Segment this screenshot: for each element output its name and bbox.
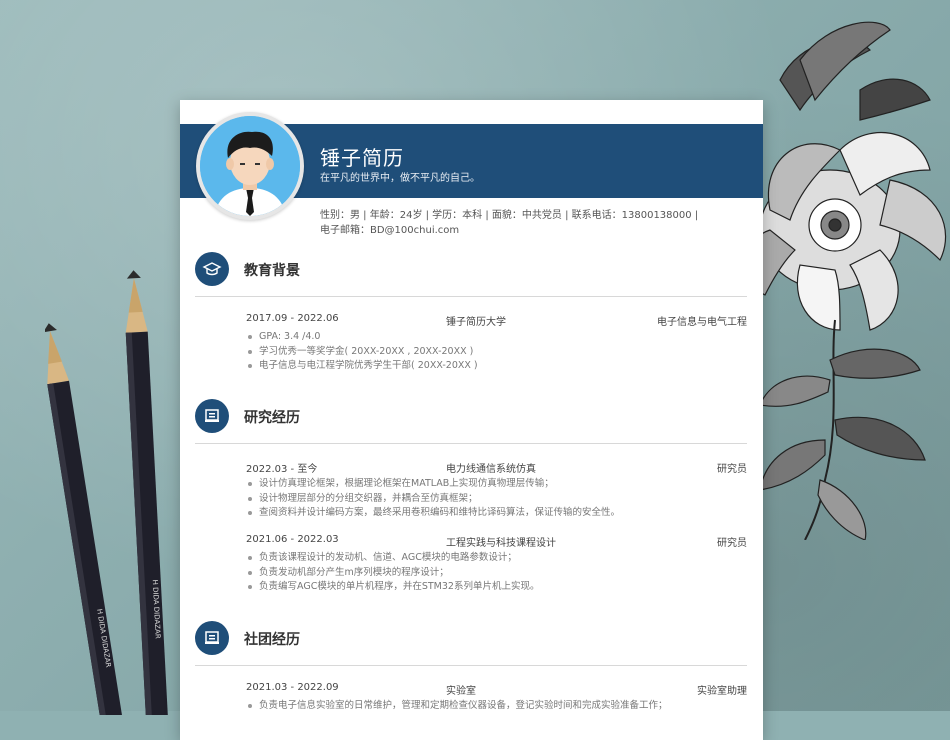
entry-role: 电子信息与电气工程 — [657, 317, 747, 328]
personal-info-line1: 性别：男 | 年龄：24岁 | 学历：本科 | 面貌：中共党员 | 联系电话：1… — [320, 210, 699, 221]
pencil-right: H DIDA DIDAZAR — [125, 270, 169, 715]
section-divider — [195, 665, 747, 666]
list-item: 负责发动机部分产生m序列模块的程序设计； — [246, 566, 747, 581]
education-entry-row: 2017.09 - 2022.06 锤子简历大学 电子信息与电气工程 — [246, 313, 747, 328]
list-item: 设计物理层部分的分组交织器，并耦合至仿真框架； — [246, 492, 747, 507]
section-club-title: 社团经历 — [244, 632, 300, 648]
education-bullets: GPA: 3.4 /4.0 学习优秀一等奖学金( 20XX-20XX , 20X… — [246, 330, 747, 374]
entry-org: 锤子简历大学 — [446, 317, 506, 328]
section-divider — [195, 296, 747, 297]
personal-info: 性别：男 | 年龄：24岁 | 学历：本科 | 面貌：中共党员 | 联系电话：1… — [320, 208, 740, 238]
entry-org: 工程实践与科技课程设计 — [446, 538, 556, 549]
flower-illustration — [744, 21, 947, 540]
avatar — [200, 116, 300, 216]
person-avatar-icon — [200, 116, 300, 216]
entry-date: 2021.06 - 2022.03 — [246, 534, 339, 545]
list-item: 设计仿真理论框架，根据理论框架在MATLAB上实现仿真物理层传输； — [246, 477, 747, 492]
club-bullets: 负责电子信息实验室的日常维护，管理和定期检查仪器设备，登记实验时间和完成实验准备… — [246, 699, 747, 714]
entry-date: 2022.03 - 至今 — [246, 464, 318, 475]
entry-role: 研究员 — [717, 538, 747, 549]
certificate-icon — [195, 399, 229, 433]
list-item: 学习优秀一等奖学金( 20XX-20XX , 20XX-20XX ) — [246, 345, 747, 360]
research-entry-row: 2021.06 - 2022.03 工程实践与科技课程设计 研究员 — [246, 534, 747, 549]
entry-role: 研究员 — [717, 464, 747, 475]
research-bullets: 设计仿真理论框架，根据理论框架在MATLAB上实现仿真物理层传输； 设计物理层部… — [246, 477, 747, 521]
list-item: 查阅资料并设计编码方案，最终采用卷积编码和维特比译码算法，保证传输的安全性。 — [246, 506, 747, 521]
research-bullets: 负责该课程设计的发动机、信道、AGC模块的电路参数设计； 负责发动机部分产生m序… — [246, 551, 747, 595]
list-item: 负责编写AGC模块的单片机程序，并在STM32系列单片机上实现。 — [246, 580, 747, 595]
resume-paper: 锤子简历 在平凡的世界中，做不平凡的自己。 性别：男 | 年龄：24岁 | 学历… — [180, 100, 763, 740]
club-entry-row: 2021.03 - 2022.09 实验室 实验室助理 — [246, 682, 747, 697]
research-entry-row: 2022.03 - 至今 电力线通信系统仿真 研究员 — [246, 460, 747, 475]
certificate-icon — [195, 621, 229, 655]
list-item: 负责该课程设计的发动机、信道、AGC模块的电路参数设计； — [246, 551, 747, 566]
entry-org: 实验室 — [446, 686, 476, 697]
resume-name: 锤子简历 — [320, 146, 404, 170]
resume-motto: 在平凡的世界中，做不平凡的自己。 — [320, 173, 480, 184]
list-item: 负责电子信息实验室的日常维护，管理和定期检查仪器设备，登记实验时间和完成实验准备… — [246, 699, 747, 714]
section-club-header: 社团经历 — [195, 621, 747, 666]
list-item: GPA: 3.4 /4.0 — [246, 330, 747, 345]
section-education-title: 教育背景 — [244, 263, 300, 279]
avatar-frame — [196, 112, 304, 220]
entry-date: 2021.03 - 2022.09 — [246, 682, 339, 693]
list-item: 电子信息与电江程学院优秀学生干部( 20XX-20XX ) — [246, 359, 747, 374]
graduation-cap-icon — [195, 252, 229, 286]
entry-role: 实验室助理 — [697, 686, 747, 697]
section-research-header: 研究经历 — [195, 399, 747, 444]
section-research-title: 研究经历 — [244, 410, 300, 426]
entry-org: 电力线通信系统仿真 — [446, 464, 536, 475]
section-education-header: 教育背景 — [195, 252, 747, 297]
section-divider — [195, 443, 747, 444]
personal-info-line2: 电子邮箱：BD@100chui.com — [320, 225, 460, 236]
entry-date: 2017.09 - 2022.06 — [246, 313, 339, 324]
